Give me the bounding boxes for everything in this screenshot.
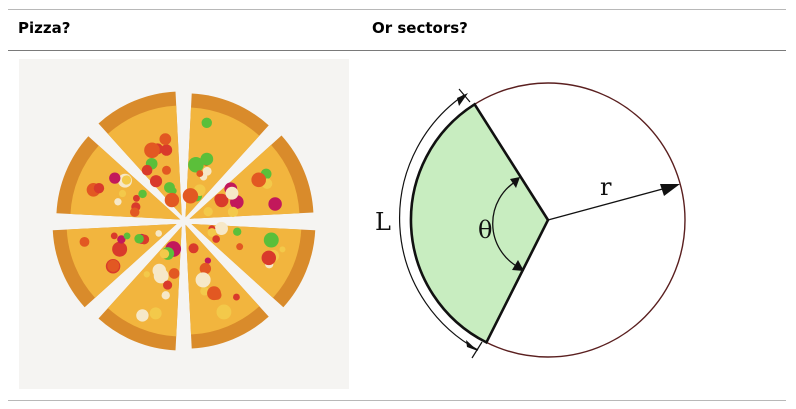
- table-bottom-rule: [8, 400, 786, 401]
- pizza-illustration: [52, 91, 316, 351]
- angle-label: θ: [478, 216, 492, 244]
- column-header-pizza: Pizza?: [18, 19, 71, 37]
- header-divider: [8, 50, 786, 51]
- radius-label: r: [600, 173, 612, 201]
- arc-length-tick-bottom: [471, 341, 483, 359]
- pizza-slices: [52, 91, 316, 351]
- arc-length-label: L: [375, 208, 391, 236]
- sector-diagram: L θ r: [375, 82, 686, 359]
- column-header-sectors: Or sectors?: [372, 19, 468, 37]
- arc-length-arrowhead-top: [457, 93, 468, 106]
- pizza-image: [19, 59, 349, 389]
- table-top-rule: [8, 9, 786, 10]
